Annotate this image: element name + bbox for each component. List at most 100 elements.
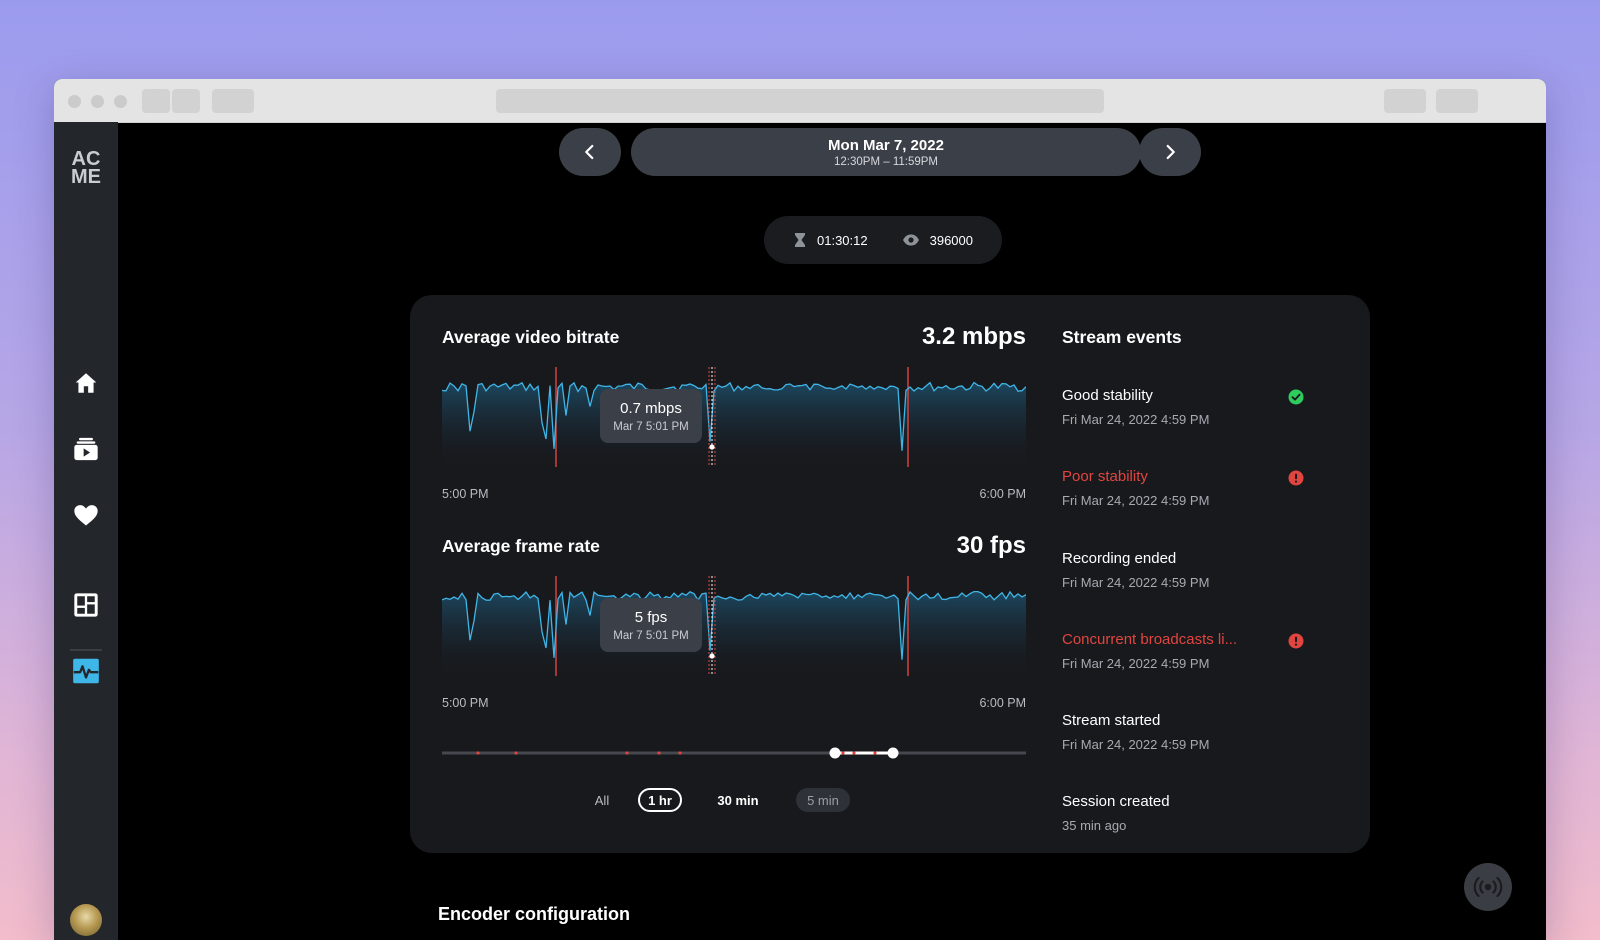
bitrate-tooltip: 0.7 mbps Mar 7 5:01 PM xyxy=(600,389,702,443)
browser-sidebar-button[interactable] xyxy=(212,89,254,113)
framerate-current-value: 30 fps xyxy=(956,532,1026,559)
browser-tabs-button[interactable] xyxy=(1436,89,1478,113)
timeline-scrubber[interactable] xyxy=(442,747,1026,759)
main-content: Mon Mar 7, 2022 12:30PM – 11:59PM 01:30:… xyxy=(118,122,1546,940)
bitrate-chart: Average video bitrate 3.2 mbps 0.7 mbps … xyxy=(442,323,1026,507)
scrubber-start-handle[interactable] xyxy=(829,747,841,759)
framerate-tooltip-value: 5 fps xyxy=(634,608,668,626)
browser-titlebar xyxy=(54,79,1546,123)
alert-circle-icon xyxy=(1288,633,1304,649)
activity-monitor-icon xyxy=(73,658,99,684)
framerate-tooltip-date: Mar 7 5:01 PM xyxy=(613,629,689,642)
graph-hover-point xyxy=(709,444,715,450)
event-time: Fri Mar 24, 2022 4:59 PM xyxy=(1062,575,1210,590)
bitrate-tooltip-date: Mar 7 5:01 PM xyxy=(613,420,689,433)
framerate-x-start-label: 5:00 PM xyxy=(442,696,489,710)
eye-icon xyxy=(902,234,919,246)
previous-date-button[interactable] xyxy=(559,128,621,176)
viewers-value: 396000 xyxy=(929,232,973,248)
event-name: Concurrent broadcasts li... xyxy=(1062,631,1238,648)
framerate-tooltip: 5 fps Mar 7 5:01 PM xyxy=(600,598,702,652)
viewers-stat: 396000 xyxy=(902,233,973,248)
sidebar-item-home[interactable] xyxy=(70,367,102,399)
sidebar: AC ME xyxy=(54,122,118,940)
event-item-poor-stability[interactable]: Poor stability Fri Mar 24, 2022 4:59 PM xyxy=(1062,468,1322,512)
bitrate-x-start-label: 5:00 PM xyxy=(442,487,489,501)
event-time: Fri Mar 24, 2022 4:59 PM xyxy=(1062,737,1210,752)
framerate-chart-title: Average frame rate xyxy=(442,536,600,556)
check-circle-icon xyxy=(1288,389,1304,405)
home-icon xyxy=(75,373,97,393)
event-time: 35 min ago xyxy=(1062,818,1127,833)
chevron-right-icon xyxy=(1166,144,1175,160)
bitrate-current-value: 3.2 mbps xyxy=(921,323,1026,350)
event-item-session-created[interactable]: Session created 35 min ago xyxy=(1062,793,1322,837)
browser-window: AC ME Mon Mar 7, 2022 12:30PM – 11:59PM … xyxy=(54,79,1546,940)
next-date-button[interactable] xyxy=(1139,128,1201,176)
timeline-event-marker xyxy=(852,751,856,755)
event-item-recording-ended[interactable]: Recording ended Fri Mar 24, 2022 4:59 PM xyxy=(1062,550,1322,594)
date-title: Mon Mar 7, 2022 xyxy=(828,136,944,154)
event-name: Good stability xyxy=(1062,387,1153,404)
duration-value: 01:30:12 xyxy=(817,232,868,248)
minimize-window-dot[interactable] xyxy=(91,95,104,108)
sidebar-item-monitoring[interactable] xyxy=(70,655,102,687)
live-broadcast-button[interactable] xyxy=(1464,863,1512,911)
browser-share-button[interactable] xyxy=(1384,89,1426,113)
maximize-window-dot[interactable] xyxy=(114,95,127,108)
duration-stat: 01:30:12 xyxy=(793,232,868,248)
graph-area-fill xyxy=(442,382,1026,471)
logo-line-2: ME xyxy=(71,166,101,188)
tab-5-min[interactable]: 5 min xyxy=(796,788,850,812)
sidebar-item-dashboard[interactable] xyxy=(70,589,102,621)
scrubber-end-handle[interactable] xyxy=(887,747,899,759)
date-range-pill[interactable]: Mon Mar 7, 2022 12:30PM – 11:59PM xyxy=(631,128,1141,176)
framerate-line-graph[interactable] xyxy=(442,576,1026,680)
encoder-configuration-title: Encoder configuration xyxy=(438,904,631,924)
bitrate-x-end-label: 6:00 PM xyxy=(979,487,1026,501)
timeline-event-marker xyxy=(476,751,480,755)
heart-icon xyxy=(74,505,98,526)
browser-back-button[interactable] xyxy=(142,89,170,113)
date-navigator: Mon Mar 7, 2022 12:30PM – 11:59PM xyxy=(559,128,1201,176)
event-time: Fri Mar 24, 2022 4:59 PM xyxy=(1062,493,1210,508)
user-avatar[interactable] xyxy=(70,904,102,936)
event-name: Stream started xyxy=(1062,712,1161,729)
event-item-concurrent-broadcasts[interactable]: Concurrent broadcasts li... Fri Mar 24, … xyxy=(1062,631,1322,675)
tab-1-hr[interactable]: 1 hr xyxy=(638,788,682,812)
broadcast-icon xyxy=(1473,876,1503,898)
address-bar[interactable] xyxy=(496,89,1104,113)
timeline-event-marker xyxy=(657,751,661,755)
timeline-event-marker xyxy=(841,751,845,755)
tab-30-min[interactable]: 30 min xyxy=(706,788,770,812)
timeline-event-marker xyxy=(514,751,518,755)
bitrate-chart-title: Average video bitrate xyxy=(442,327,620,347)
sidebar-item-favorites[interactable] xyxy=(70,499,102,531)
stream-events-title: Stream events xyxy=(1062,327,1182,347)
event-item-stream-started[interactable]: Stream started Fri Mar 24, 2022 4:59 PM xyxy=(1062,712,1322,756)
tab-all[interactable]: All xyxy=(580,788,624,812)
alert-circle-icon xyxy=(1288,470,1304,486)
sidebar-divider xyxy=(70,649,102,651)
stream-health-card: Average video bitrate 3.2 mbps 0.7 mbps … xyxy=(410,295,1370,853)
date-time-range: 12:30PM – 11:59PM xyxy=(834,155,938,168)
hourglass-icon xyxy=(795,233,805,247)
event-name: Recording ended xyxy=(1062,550,1177,567)
bitrate-line-graph[interactable] xyxy=(442,367,1026,471)
acme-logo[interactable]: AC ME xyxy=(68,149,104,188)
chevron-left-icon xyxy=(585,144,594,160)
browser-forward-button[interactable] xyxy=(172,89,200,113)
event-time: Fri Mar 24, 2022 4:59 PM xyxy=(1062,412,1210,427)
timeline-event-marker xyxy=(625,751,629,755)
framerate-chart: Average frame rate 30 fps 5 fps Mar 7 5:… xyxy=(442,532,1026,716)
framerate-x-end-label: 6:00 PM xyxy=(979,696,1026,710)
graph-area-fill xyxy=(442,591,1026,680)
dashboard-icon xyxy=(74,593,98,617)
close-window-dot[interactable] xyxy=(68,95,81,108)
bitrate-tooltip-value: 0.7 mbps xyxy=(620,399,682,417)
video-library-icon xyxy=(74,437,98,461)
timeline-event-marker xyxy=(678,751,682,755)
event-item-good-stability[interactable]: Good stability Fri Mar 24, 2022 4:59 PM xyxy=(1062,387,1322,431)
event-name: Poor stability xyxy=(1062,468,1148,485)
sidebar-item-videos[interactable] xyxy=(70,433,102,465)
